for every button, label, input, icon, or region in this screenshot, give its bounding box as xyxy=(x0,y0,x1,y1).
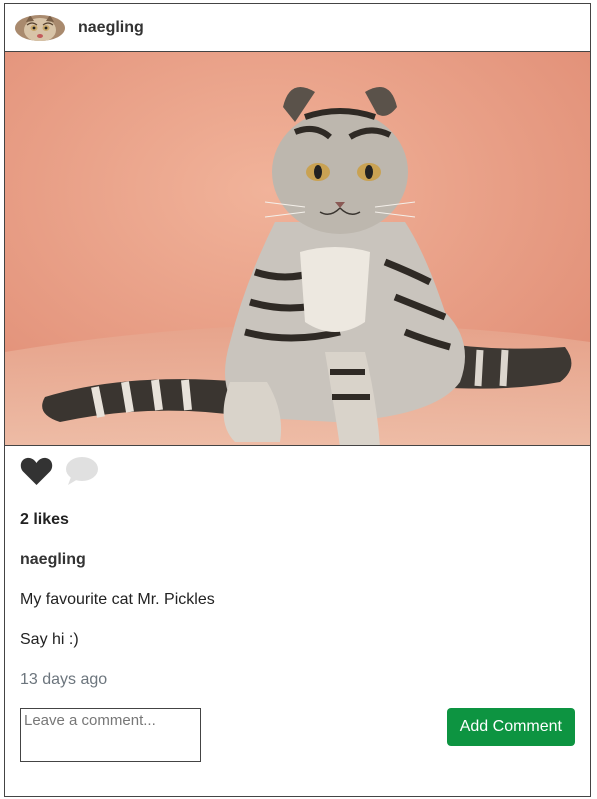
post-card: naegling 2 likes naegling My favourite c… xyxy=(4,3,591,797)
post-author-username[interactable]: naegling xyxy=(78,19,144,37)
caption-line: My favourite cat Mr. Pickles xyxy=(20,591,215,608)
caption-username[interactable]: naegling xyxy=(20,551,575,569)
post-timestamp: 13 days ago xyxy=(20,671,108,688)
avatar[interactable] xyxy=(15,14,65,41)
speech-bubble-icon[interactable] xyxy=(65,456,99,491)
comment-input[interactable] xyxy=(20,708,201,762)
post-photo xyxy=(5,52,590,446)
comment-form: Add Comment xyxy=(20,708,575,762)
caption-line: Say hi :) xyxy=(20,631,79,648)
likes-count: 2 likes xyxy=(20,511,69,528)
post-actions xyxy=(20,447,575,491)
post-header: naegling xyxy=(5,4,590,52)
add-comment-button[interactable]: Add Comment xyxy=(446,708,575,746)
heart-icon[interactable] xyxy=(20,456,53,491)
post-content: 2 likes naegling My favourite cat Mr. Pi… xyxy=(5,447,590,762)
